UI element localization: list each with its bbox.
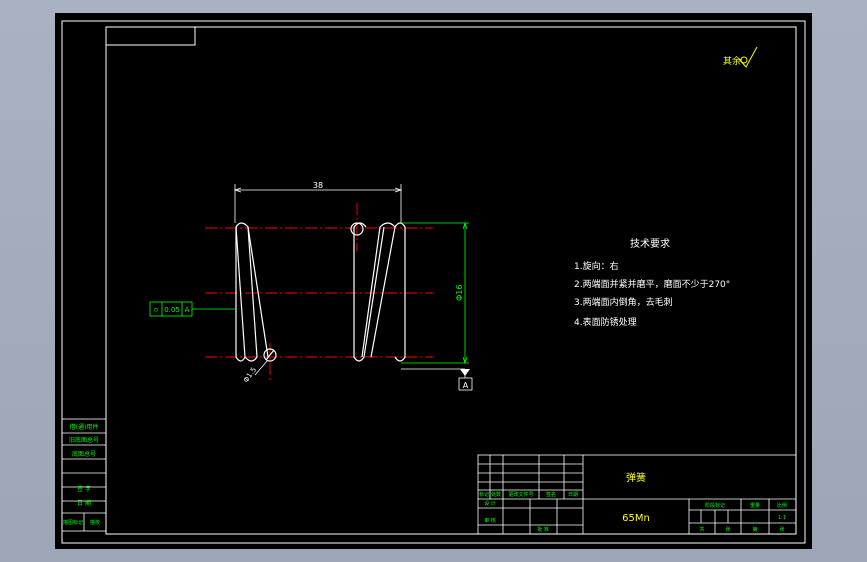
row-design: 设 计 <box>484 500 496 507</box>
drawing-sheet[interactable]: 借(通)用件 旧底图总号 底图总号 签 字 日 期 描图标记 描校 其余 38 … <box>55 13 812 549</box>
datum-label: A <box>463 381 469 390</box>
header-date: 日期 <box>568 492 578 498</box>
side-item-2: 旧底图总号 <box>69 436 99 444</box>
roughness-note: 其余 <box>723 55 741 67</box>
material: 65Mn <box>622 513 650 524</box>
stage-mark: 阶段标记 <box>705 502 725 509</box>
diameter-value: Φ16 <box>455 285 464 301</box>
side-table <box>61 418 107 532</box>
part-name: 弹簧 <box>626 471 646 484</box>
sheet-unit-1: 张 <box>725 526 730 533</box>
stage-weight: 重量 <box>750 502 760 509</box>
sheet-total: 共 <box>699 526 704 533</box>
header-mark: 标记 <box>479 491 489 498</box>
sheet-number: 第 <box>752 526 757 533</box>
tech-requirements: 技术要求 1.旋向：右 2.两端面并紧并磨平，磨面不少于270° 3.两端面内倒… <box>574 237 730 328</box>
tech-req-item-4: 4.表面防锈处理 <box>574 316 637 328</box>
tech-req-item-2: 2.两端面并紧并磨平，磨面不少于270° <box>574 278 730 290</box>
wire-dimension: Φ1.5 <box>242 366 258 384</box>
header-count: 处数 <box>491 491 501 498</box>
scale-value: 1:1 <box>778 515 786 521</box>
tech-req-title: 技术要求 <box>630 237 670 250</box>
top-left-box <box>105 26 196 46</box>
row-review: 审 核 <box>484 517 496 524</box>
tolerance-symbol-icon: ⌭ <box>153 306 158 314</box>
side-item-6: 描图标记 <box>63 519 83 526</box>
tolerance-datum: A <box>185 306 190 314</box>
side-item-4: 签 字 <box>77 485 91 493</box>
datum-symbol <box>401 368 473 391</box>
side-item-1: 借(通)用件 <box>70 423 99 431</box>
row-approve: 批 准 <box>537 526 549 533</box>
tolerance-value: 0.05 <box>164 306 180 314</box>
stage-scale: 比例 <box>777 502 787 509</box>
tech-req-item-1: 1.旋向：右 <box>574 260 619 272</box>
centerlines <box>205 203 433 383</box>
tolerance-frame <box>149 301 236 317</box>
roughness-symbol-icon <box>738 46 758 68</box>
header-file: 更改文件号 <box>508 491 533 498</box>
wire-leader <box>254 360 268 376</box>
length-value: 38 <box>313 181 323 190</box>
side-item-5: 日 期 <box>77 499 91 507</box>
side-item-7: 描校 <box>90 519 100 526</box>
header-sign: 签名 <box>546 491 556 498</box>
viewport: 借(通)用件 旧底图总号 底图总号 签 字 日 期 描图标记 描校 其余 38 … <box>0 0 867 562</box>
spring-drawing <box>235 222 406 362</box>
tech-req-item-3: 3.两端面内倒角，去毛刺 <box>574 296 673 308</box>
drawing-canvas[interactable]: 借(通)用件 旧底图总号 底图总号 签 字 日 期 描图标记 描校 其余 38 … <box>55 13 812 549</box>
sheet-unit-2: 张 <box>779 526 784 533</box>
side-item-3: 底图总号 <box>72 450 96 458</box>
